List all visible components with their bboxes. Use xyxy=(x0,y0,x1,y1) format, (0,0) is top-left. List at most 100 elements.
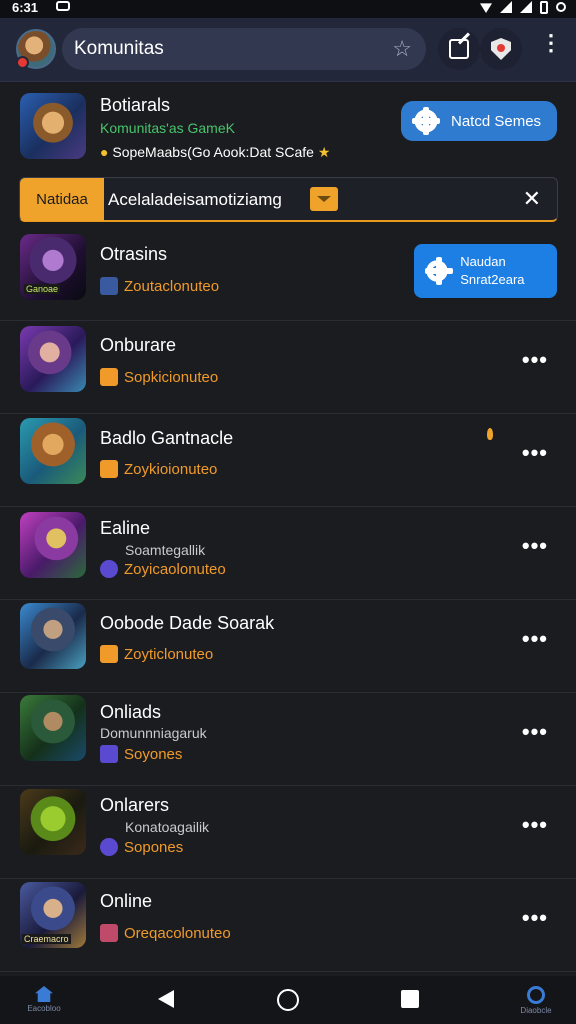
list-item[interactable]: Oobode Dade Soarak Zoyticlonuteo ••• xyxy=(0,600,576,693)
more-menu-icon[interactable]: ⋮ xyxy=(540,32,562,54)
more-icon[interactable]: ••• xyxy=(522,347,548,373)
settings-button-label: Natcd Semes xyxy=(451,112,542,130)
nav-discover-label: Diaobcle xyxy=(520,1006,552,1015)
status-time: 6:31 xyxy=(12,0,39,15)
item-title: Badlo Gantnacle xyxy=(100,428,234,448)
item-meta: Oreqacolonuteo xyxy=(100,924,231,942)
category-icon xyxy=(100,645,118,663)
edit-button[interactable] xyxy=(438,28,480,70)
list-item[interactable]: Onliads Domunnniagaruk Soyones ••• xyxy=(0,693,576,786)
thumbnail-badge: Ganoae xyxy=(24,284,61,294)
alarm-icon xyxy=(556,2,566,12)
battery-icon xyxy=(540,0,548,14)
category-icon xyxy=(100,277,118,295)
star-icon[interactable]: ☆ xyxy=(392,36,412,62)
category-icon xyxy=(100,838,118,856)
more-icon[interactable]: ••• xyxy=(522,812,548,838)
category-icon xyxy=(100,560,118,578)
list-item[interactable]: Ganoae Otrasins Zoutaclonuteo Naudan Snr… xyxy=(0,228,576,321)
more-icon[interactable]: ••• xyxy=(522,440,548,466)
more-icon[interactable]: ••• xyxy=(522,719,548,745)
flame-icon xyxy=(487,428,493,440)
list-item[interactable]: Craemacro Online Oreqacolonuteo ••• xyxy=(0,879,576,972)
item-title: Onliads xyxy=(100,702,162,722)
row-settings-button[interactable]: Naudan Snrat2eara xyxy=(414,244,557,298)
edit-icon xyxy=(449,39,469,59)
game-thumbnail xyxy=(20,512,86,578)
wifi-icon xyxy=(480,3,492,13)
game-thumbnail xyxy=(20,418,86,484)
status-bar: 6:31 xyxy=(0,0,576,18)
item-title: Ealine xyxy=(100,518,151,538)
list-item[interactable]: Onlarers Konatoagailik Sopones ••• xyxy=(0,786,576,879)
category-icon xyxy=(100,745,118,763)
back-icon[interactable] xyxy=(158,990,174,1008)
download-icon[interactable] xyxy=(310,187,338,211)
list-item[interactable]: Ealine Soamtegallik Zoyicaolonuteo ••• xyxy=(0,507,576,600)
search-input[interactable]: Komunitas ☆ xyxy=(62,28,426,70)
coin-icon: ● xyxy=(100,144,109,160)
settings-button[interactable]: Natcd Semes xyxy=(401,101,557,141)
item-subtitle: Konatoagailik xyxy=(125,819,210,835)
featured-card[interactable]: Botiarals Komunitas'as GameK ● SopeMaabs… xyxy=(0,84,576,172)
avatar[interactable] xyxy=(16,29,56,69)
notice-banner[interactable]: Natidaa Acelaladeisamotiziamg ✕ xyxy=(19,177,558,222)
nav-home[interactable]: Eacobloo xyxy=(24,986,64,1013)
item-meta-text: Sopkicionuteo xyxy=(124,368,219,386)
app-bar: Komunitas ☆ ⋮ xyxy=(0,18,576,82)
more-icon[interactable]: ••• xyxy=(522,626,548,652)
signal-icon xyxy=(500,1,512,13)
game-thumbnail xyxy=(20,695,86,761)
item-subtitle: Domunnniagaruk xyxy=(100,725,207,741)
home-circle-icon[interactable] xyxy=(277,989,299,1011)
banner-text: Acelaladeisamotiziamg xyxy=(108,190,282,209)
signal-icon-2 xyxy=(520,1,532,13)
list-item[interactable]: Onburare Sopkicionuteo ••• xyxy=(0,321,576,414)
game-thumbnail xyxy=(20,326,86,392)
item-meta-text: Sopones xyxy=(124,838,184,856)
item-meta-text: Oreqacolonuteo xyxy=(124,924,231,942)
shield-icon xyxy=(491,38,511,60)
item-title: Online xyxy=(100,891,153,911)
nav-discover[interactable]: Diaobcle xyxy=(516,986,556,1015)
recents-icon[interactable] xyxy=(401,990,419,1008)
category-icon xyxy=(100,924,118,942)
gear-icon xyxy=(426,257,449,285)
item-title: Oobode Dade Soarak xyxy=(100,613,275,633)
gear-icon xyxy=(413,107,439,135)
lock-icon xyxy=(16,56,29,69)
item-meta: Zoyicaolonuteo xyxy=(100,560,226,578)
item-meta: Sopkicionuteo xyxy=(100,368,218,386)
item-meta: Zoykioionuteo xyxy=(100,460,217,478)
item-title: Onburare xyxy=(100,335,177,355)
item-meta-text: Zoutaclonuteo xyxy=(124,277,220,295)
nav-home-label: Eacobloo xyxy=(27,1004,61,1013)
item-title: Onlarers xyxy=(100,795,170,815)
item-meta-text: Zoykioionuteo xyxy=(124,460,218,478)
system-nav-bar: Eacobloo Diaobcle xyxy=(0,976,576,1024)
banner-tag: Natidaa xyxy=(20,178,104,221)
row-settings-label: Naudan Snrat2eara xyxy=(460,254,525,287)
close-icon[interactable]: ✕ xyxy=(523,186,541,212)
game-thumbnail xyxy=(20,93,86,159)
item-meta: Zoyticlonuteo xyxy=(100,645,213,663)
more-icon[interactable]: ••• xyxy=(522,533,548,559)
game-thumbnail xyxy=(20,603,86,669)
game-thumbnail xyxy=(20,789,86,855)
category-icon xyxy=(100,368,118,386)
status-icons xyxy=(480,0,566,14)
item-title: Otrasins xyxy=(100,244,168,264)
trophy-icon: ★ xyxy=(317,144,331,160)
featured-line: ● SopeMaabs(Go Aook:Dat SCafe ★ xyxy=(100,144,330,161)
thumbnail-badge: Craemacro xyxy=(22,934,71,944)
item-meta: Soyones xyxy=(100,745,182,763)
search-text: Komunitas xyxy=(74,38,164,59)
category-icon xyxy=(100,460,118,478)
featured-title: Botiarals xyxy=(100,95,171,115)
item-meta-text: Zoyticlonuteo xyxy=(124,645,214,663)
shield-button[interactable] xyxy=(480,28,522,70)
shield-center-dot xyxy=(497,44,505,52)
more-icon[interactable]: ••• xyxy=(522,905,548,931)
item-subtitle: Soamtegallik xyxy=(125,542,206,558)
featured-subtitle: Komunitas'as GameK xyxy=(100,120,235,136)
